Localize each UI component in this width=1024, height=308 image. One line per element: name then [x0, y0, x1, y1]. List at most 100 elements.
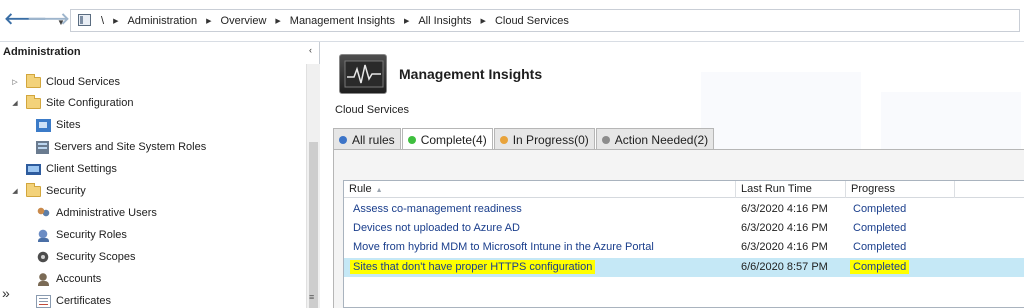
page-title: Management Insights	[399, 66, 543, 82]
column-header-empty	[955, 181, 1024, 198]
tree-item-label: Client Settings	[46, 163, 117, 175]
collapse-pane-icon[interactable]: ‹	[309, 45, 312, 55]
column-header-progress[interactable]: Progress	[846, 181, 955, 198]
expand-arrow-icon[interactable]: ▷	[10, 78, 20, 86]
accounts-icon	[36, 272, 51, 286]
tab-all-rules[interactable]: All rules	[333, 128, 401, 150]
last-run-time: 6/3/2020 4:16 PM	[741, 241, 828, 253]
breadcrumb-separator-icon[interactable]: ▶	[476, 17, 491, 25]
tree-item-security[interactable]: ◢ Security	[10, 181, 86, 201]
rule-filter-tabs: All rules Complete(4) In Progress(0) Act…	[333, 128, 715, 151]
navigation-pane: Administration ‹ ▷ Cloud Services ◢ Site…	[0, 42, 320, 308]
certificate-icon	[36, 294, 51, 308]
tree-item-label: Servers and Site System Roles	[54, 141, 207, 153]
last-run-time: 6/3/2020 4:16 PM	[741, 203, 828, 215]
tree-item-security-scopes[interactable]: Security Scopes	[36, 247, 135, 267]
breadcrumb-items: \ ▶ Administration ▶ Overview ▶ Manageme…	[97, 10, 573, 31]
rules-grid: Rule ▲ Last Run Time Progress Assess co-m…	[343, 180, 1024, 308]
grid-header: Rule ▲ Last Run Time Progress	[344, 181, 1024, 198]
tree-item-label: Sites	[56, 119, 81, 131]
tab-in-progress[interactable]: In Progress(0)	[493, 128, 595, 150]
monitor-graph-icon	[339, 54, 387, 94]
column-header-label: Last Run Time	[741, 183, 812, 195]
folder-icon	[26, 94, 41, 109]
status-dot-icon	[499, 135, 508, 144]
progress-status: Completed	[853, 222, 907, 234]
column-header-label: Progress	[851, 183, 896, 195]
table-row[interactable]: Assess co-management readiness 6/3/2020 …	[344, 200, 1024, 219]
tree-scrollbar[interactable]	[306, 64, 320, 308]
last-run-time: 6/6/2020 8:57 PM	[741, 261, 828, 273]
tree-item-security-roles[interactable]: Security Roles	[36, 225, 127, 245]
scrollbar-thumb[interactable]	[309, 142, 318, 308]
server-icon	[36, 140, 49, 154]
rule-name: Move from hybrid MDM to Microsoft Intune…	[353, 241, 654, 253]
details-pane: Management Insights Cloud Services All r…	[321, 42, 1024, 308]
breadcrumb-separator-icon[interactable]: ▶	[399, 17, 414, 25]
tab-label: Action Needed(2)	[614, 132, 709, 147]
collapse-arrow-icon[interactable]: ◢	[10, 187, 20, 195]
console-icon	[78, 14, 91, 26]
forward-arrow-icon[interactable]: 🡒	[27, 11, 70, 29]
column-header-rule[interactable]: Rule ▲	[344, 181, 736, 198]
page-subtitle: Cloud Services	[335, 104, 409, 116]
tree-item-accounts[interactable]: Accounts	[36, 269, 101, 289]
scrollbar-grip-icon: ≡	[309, 292, 315, 302]
tab-label: All rules	[352, 132, 395, 147]
folder-icon	[26, 73, 41, 88]
users-icon	[36, 206, 51, 220]
column-header-last-run-time[interactable]: Last Run Time	[736, 181, 846, 198]
tree-item-servers[interactable]: Servers and Site System Roles	[36, 137, 206, 157]
tree-item-label: Security Scopes	[56, 251, 136, 263]
breadcrumb[interactable]: \ ▶ Administration ▶ Overview ▶ Manageme…	[70, 9, 1020, 32]
tree-item-administrative-users[interactable]: Administrative Users	[36, 203, 157, 223]
rule-name: Assess co-management readiness	[353, 203, 522, 215]
table-row-selected[interactable]: Sites that don't have proper HTTPS confi…	[344, 258, 1024, 277]
tree-item-label: Administrative Users	[56, 207, 157, 219]
status-dot-icon	[407, 136, 416, 144]
tab-label: In Progress(0)	[512, 132, 589, 147]
breadcrumb-separator-icon[interactable]: ▶	[108, 17, 123, 25]
breadcrumb-separator-icon[interactable]: ▶	[201, 17, 216, 25]
tree-item-sites[interactable]: Sites	[36, 115, 80, 135]
tree-item-client-settings[interactable]: Client Settings	[26, 159, 117, 179]
rule-name: Devices not uploaded to Azure AD	[353, 222, 520, 234]
client-settings-icon	[26, 163, 41, 175]
collapse-arrow-icon[interactable]: ◢	[10, 99, 20, 107]
workspace-title: Administration	[3, 46, 81, 58]
tree-item-label: Accounts	[56, 273, 102, 285]
back-arrow-icon[interactable]: 🡐	[4, 11, 47, 29]
security-roles-icon	[36, 228, 51, 242]
tree-item-label: Certificates	[56, 295, 112, 307]
tree-item-cloud-services[interactable]: ▷ Cloud Services	[10, 72, 120, 92]
show-more-workspaces-icon[interactable]: »	[2, 285, 10, 301]
rule-name: Sites that don't have proper HTTPS confi…	[350, 260, 596, 274]
breadcrumb-management-insights[interactable]: Management Insights	[286, 15, 399, 27]
tab-label: Complete(4)	[420, 133, 487, 147]
progress-status: Completed	[850, 260, 910, 274]
breadcrumb-cloud-services[interactable]: Cloud Services	[491, 15, 573, 27]
tab-action-needed[interactable]: Action Needed(2)	[595, 128, 715, 150]
sites-icon	[36, 118, 51, 132]
security-scopes-icon	[36, 250, 51, 264]
breadcrumb-root[interactable]: \	[97, 15, 108, 27]
breadcrumb-separator-icon[interactable]: ▶	[270, 17, 285, 25]
progress-status: Completed	[853, 203, 907, 215]
breadcrumb-administration[interactable]: Administration	[123, 15, 201, 27]
folder-icon	[26, 182, 41, 197]
tree-item-label: Security	[46, 185, 86, 197]
history-dropdown-icon[interactable]: ▼	[52, 14, 70, 32]
table-row[interactable]: Devices not uploaded to Azure AD 6/3/202…	[344, 219, 1024, 238]
table-row[interactable]: Move from hybrid MDM to Microsoft Intune…	[344, 238, 1024, 257]
tree-item-label: Cloud Services	[46, 76, 120, 88]
tab-complete[interactable]: Complete(4)	[401, 128, 493, 151]
tree-item-label: Site Configuration	[46, 97, 134, 109]
last-run-time: 6/3/2020 4:16 PM	[741, 222, 828, 234]
breadcrumb-all-insights[interactable]: All Insights	[414, 15, 475, 27]
tree-item-certificates[interactable]: Certificates	[36, 291, 111, 308]
progress-status: Completed	[853, 241, 907, 253]
status-dot-icon	[339, 135, 347, 144]
sort-ascending-icon: ▲	[375, 187, 383, 194]
tree-item-site-configuration[interactable]: ◢ Site Configuration	[10, 93, 133, 113]
breadcrumb-overview[interactable]: Overview	[217, 15, 271, 27]
